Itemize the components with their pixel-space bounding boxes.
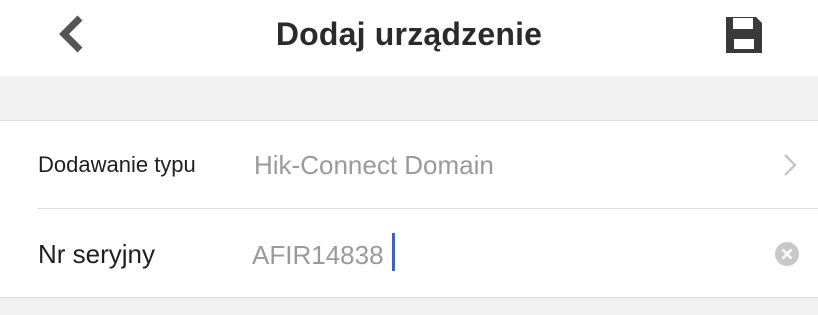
add-type-row[interactable]: Dodawanie typu Hik-Connect Domain xyxy=(0,121,818,208)
chevron-right-icon[interactable] xyxy=(780,151,800,179)
page-title: Dodaj urządzenie xyxy=(275,16,543,52)
serial-number-row: Nr seryjny xyxy=(0,209,818,297)
section-spacer-top xyxy=(0,76,818,121)
top-bar: Dodaj urządzenie xyxy=(0,0,818,76)
save-button[interactable] xyxy=(722,13,766,57)
section-spacer-bottom xyxy=(0,297,818,315)
serial-number-label: Nr seryjny xyxy=(38,239,156,269)
add-type-value: Hik-Connect Domain xyxy=(254,150,494,180)
floppy-disk-icon xyxy=(726,17,762,53)
add-type-label: Dodawanie typu xyxy=(38,152,196,177)
add-device-screen: Dodaj urządzenie Dodawanie typu Hik-Conn… xyxy=(0,0,818,315)
text-cursor xyxy=(392,233,395,271)
serial-number-input[interactable] xyxy=(252,237,732,273)
clear-icon[interactable] xyxy=(774,241,800,267)
